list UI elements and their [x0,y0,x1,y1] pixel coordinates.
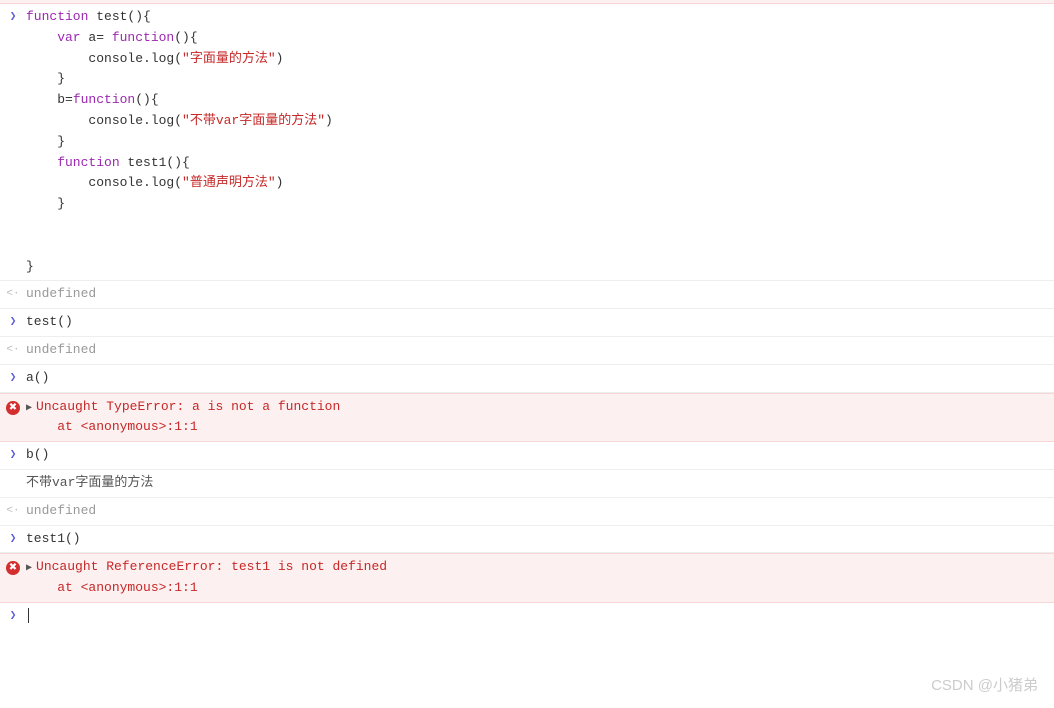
output-arrow-icon: <· [6,503,19,521]
undefined-text: undefined [26,340,1050,361]
output-arrow-icon: <· [6,286,19,304]
input-arrow-icon: ❯ [10,9,17,27]
error-a-not-function[interactable]: ✖ ▶Uncaught TypeError: a is not a functi… [0,393,1054,443]
console-input-test1[interactable]: ❯ test1() [0,526,1054,554]
error-icon: ✖ [6,401,20,415]
output-undefined-2: <· undefined [0,337,1054,365]
code-block: function test(){ var a= function(){ cons… [26,7,1050,277]
console-input-block[interactable]: ❯ function test(){ var a= function(){ co… [0,4,1054,281]
input-arrow-icon: ❯ [10,314,17,332]
log-text: 不带var字面量的方法 [26,473,1050,494]
input-text: a() [26,368,1050,389]
input-text: test1() [26,529,1050,550]
error-message: ▶Uncaught TypeError: a is not a function… [26,397,1050,439]
input-arrow-icon: ❯ [10,608,17,626]
console-prompt[interactable]: ❯ [0,603,1054,630]
expand-icon[interactable]: ▶ [26,403,32,414]
console-log-output: 不带var字面量的方法 [0,470,1054,498]
input-arrow-icon: ❯ [10,370,17,388]
console-input-test[interactable]: ❯ test() [0,309,1054,337]
input-arrow-icon: ❯ [10,531,17,549]
input-arrow-icon: ❯ [10,447,17,465]
console-input-a[interactable]: ❯ a() [0,365,1054,393]
input-text: test() [26,312,1050,333]
watermark: CSDN @小猪弟 [931,674,1038,698]
undefined-text: undefined [26,284,1050,305]
undefined-text: undefined [26,501,1050,522]
input-text: b() [26,445,1050,466]
error-icon: ✖ [6,561,20,575]
output-undefined-3: <· undefined [0,498,1054,526]
console-input-b[interactable]: ❯ b() [0,442,1054,470]
error-message: ▶Uncaught ReferenceError: test1 is not d… [26,557,1050,599]
text-cursor [28,608,29,623]
error-test1-not-defined[interactable]: ✖ ▶Uncaught ReferenceError: test1 is not… [0,553,1054,603]
output-undefined-1: <· undefined [0,281,1054,309]
output-arrow-icon: <· [6,342,19,360]
expand-icon[interactable]: ▶ [26,563,32,574]
